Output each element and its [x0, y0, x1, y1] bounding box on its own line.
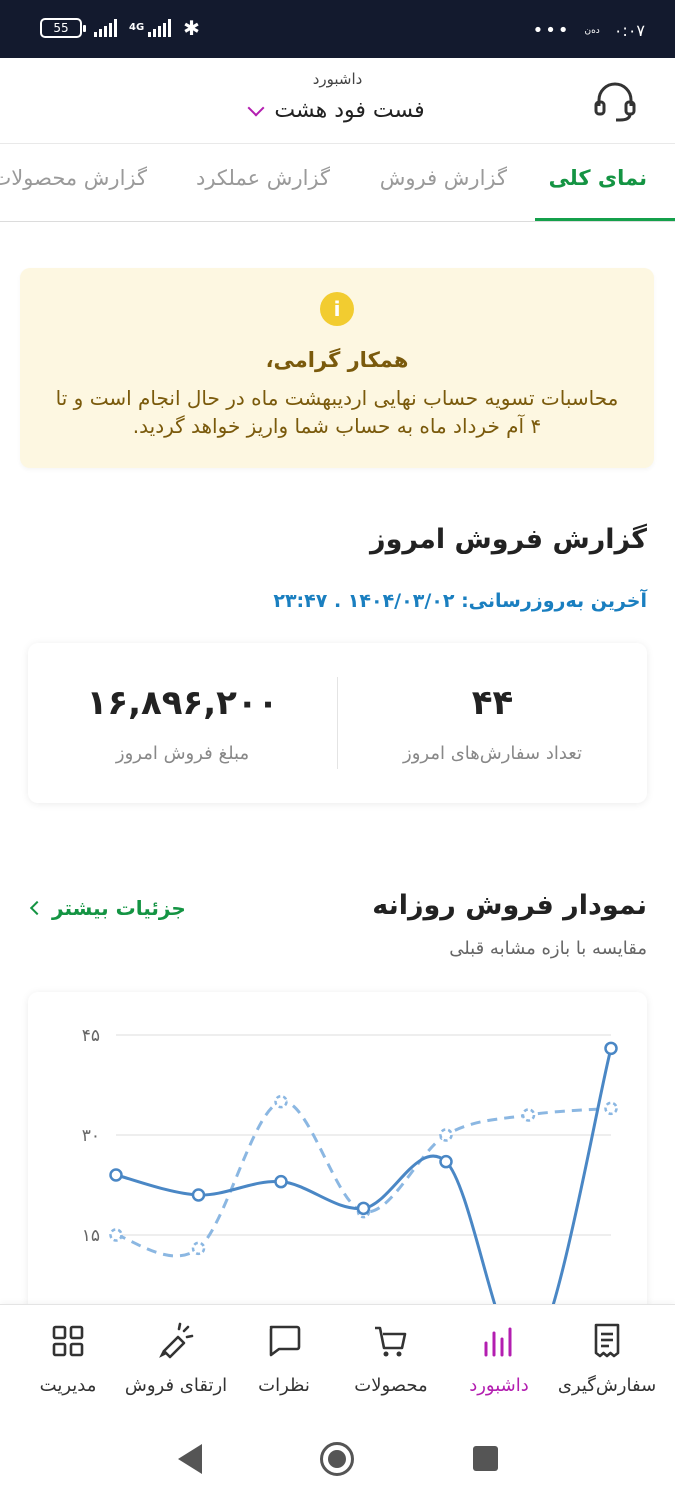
chart-bars-icon: [484, 1327, 512, 1357]
chart-point: [604, 1101, 618, 1116]
daily-chart-title: نمودار فروش روزانه: [372, 890, 647, 921]
clock: ۰:۰۷: [613, 21, 645, 40]
nav-ordering[interactable]: سفارش‌گیری: [552, 1321, 662, 1396]
home-icon[interactable]: [320, 1442, 354, 1476]
sales-amount: ۱۶,۸۹۶,۲۰۰: [86, 683, 279, 723]
daily-sales-chart: ۱۵ ۳۰ ۴۵: [28, 992, 647, 1352]
last-update: آخرین به‌روزرسانی: ۱۴۰۴/۰۳/۰۲ . ۲۳:۴۷: [273, 590, 647, 612]
grid-icon: [52, 1325, 84, 1357]
tab-performance-report[interactable]: گزارش عملکرد: [196, 166, 330, 190]
tab-sales-report[interactable]: گزارش فروش: [380, 166, 507, 190]
nav-products[interactable]: محصولات: [336, 1321, 446, 1396]
chart-point: [604, 1041, 618, 1056]
recent-apps-icon[interactable]: [473, 1446, 498, 1471]
cart-icon: [375, 1326, 407, 1357]
orders-count: ۴۴: [471, 683, 514, 723]
nav-management[interactable]: مدیریت: [13, 1321, 123, 1396]
headset-icon[interactable]: [590, 80, 640, 124]
more-details-link[interactable]: جزئیات بیشتر: [29, 896, 186, 920]
chart-point: [109, 1228, 123, 1242]
battery-icon: 55: [40, 18, 86, 38]
store-selector[interactable]: فست فود هشت: [0, 98, 675, 123]
more-details-label: جزئیات بیشتر: [52, 896, 186, 920]
app-header: داشبورد فست فود هشت: [0, 58, 675, 144]
chart-point: [521, 1108, 536, 1122]
status-bar: 55 4G ✱ ••• ده‌ن ۰:۰۷: [0, 0, 675, 58]
alert-title: همکار گرامی،: [265, 348, 409, 372]
tab-products-report[interactable]: گزارش محصولات: [0, 166, 147, 190]
today-stats-card: ۴۴ تعداد سفارش‌های امروز ۱۶,۸۹۶,۲۰۰ مبلغ…: [28, 643, 647, 803]
back-icon[interactable]: [178, 1444, 202, 1474]
nav-label: محصولات: [354, 1375, 428, 1396]
daily-chart-subtitle: مقایسه با بازه مشابه قبلی: [449, 938, 647, 959]
status-left: 55 4G ✱: [40, 18, 200, 38]
chart-point: [274, 1174, 288, 1189]
chevron-down-icon: [247, 99, 265, 116]
comment-icon: [269, 1325, 301, 1357]
orders-stat: ۴۴ تعداد سفارش‌های امروز: [338, 643, 647, 803]
signal-icon: [94, 19, 117, 37]
chart-y-tick-label: ۱۵: [82, 1226, 100, 1246]
orders-label: تعداد سفارش‌های امروز: [403, 743, 582, 764]
notification-dots: •••: [532, 20, 571, 41]
nav-dashboard[interactable]: داشبورد: [444, 1321, 554, 1396]
status-right: ••• ده‌ن ۰:۰۷: [533, 20, 645, 41]
chart-point: [356, 1201, 371, 1216]
chart-point: [439, 1128, 453, 1142]
nav-label: نظرات: [258, 1375, 310, 1396]
active-tab-indicator: [535, 218, 675, 221]
network-type: 4G: [129, 22, 145, 33]
alert-body: محاسبات تسویه حساب نهایی اردیبهشت ماه در…: [55, 386, 619, 438]
today-report-title: گزارش فروش امروز: [370, 524, 647, 555]
info-icon: i: [320, 292, 354, 326]
signal-icon-2: [148, 19, 172, 37]
chart-series-line-2: [115, 1100, 612, 1258]
bottom-nav: سفارش‌گیری داشبورد محصولات نظرات: [0, 1304, 675, 1424]
chart-point: [191, 1188, 206, 1202]
nav-label: مدیریت: [39, 1375, 97, 1396]
settlement-alert: i همکار گرامی، محاسبات تسویه حساب نهایی …: [20, 268, 654, 468]
nav-label: ارتقای فروش: [124, 1375, 228, 1396]
chart-y-tick-label: ۴۵: [82, 1026, 100, 1046]
tab-overview[interactable]: نمای کلی: [549, 166, 647, 190]
sales-label: مبلغ فروش امروز: [115, 743, 250, 764]
megaphone-icon: [159, 1322, 194, 1359]
nav-label: داشبورد: [469, 1375, 529, 1396]
system-nav-bar: [0, 1424, 675, 1500]
chart-point: [439, 1154, 453, 1169]
chevron-left-icon: [29, 900, 45, 916]
status-small-text: ده‌ن: [584, 25, 600, 36]
header-subtitle: داشبورد: [312, 70, 363, 88]
chart-point: [191, 1241, 206, 1256]
chart-point: [109, 1168, 123, 1182]
chart-point: [274, 1094, 288, 1109]
sales-stat: ۱۶,۸۹۶,۲۰۰ مبلغ فروش امروز: [28, 643, 337, 803]
report-tabs: نمای کلی گزارش فروش گزارش عملکرد گزارش م…: [0, 144, 675, 222]
nav-reviews[interactable]: نظرات: [229, 1321, 339, 1396]
chart-svg: ۱۵ ۳۰ ۴۵: [82, 1026, 618, 1352]
receipt-icon: [594, 1323, 620, 1358]
nav-sales-boost[interactable]: ارتقای فروش: [121, 1321, 231, 1396]
stats-divider: [337, 677, 338, 769]
bluetooth-icon: ✱: [183, 16, 200, 40]
nav-label: سفارش‌گیری: [557, 1375, 657, 1396]
store-name: فست فود هشت: [274, 98, 425, 123]
chart-y-tick-label: ۳۰: [82, 1126, 100, 1146]
